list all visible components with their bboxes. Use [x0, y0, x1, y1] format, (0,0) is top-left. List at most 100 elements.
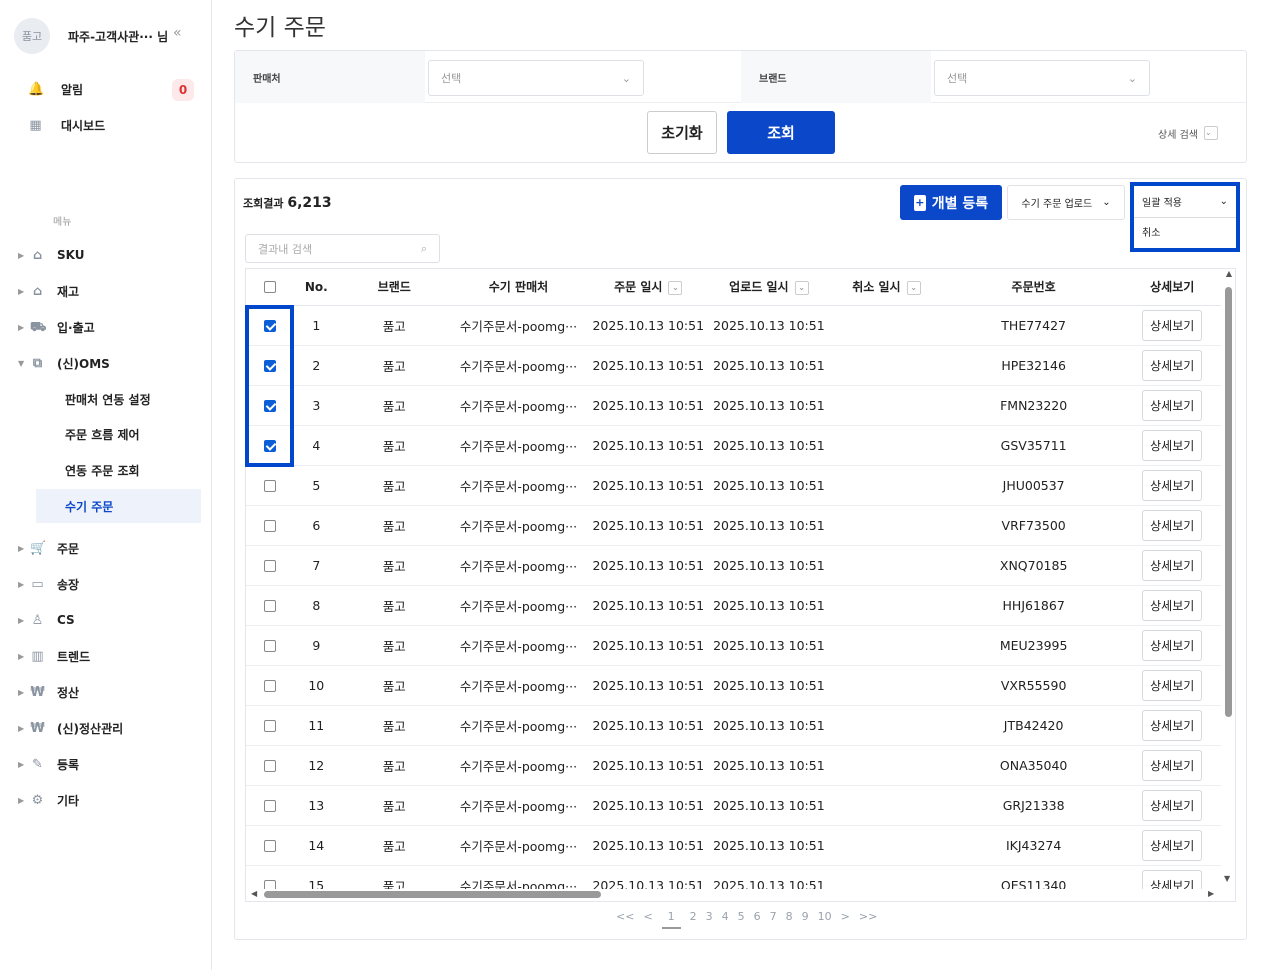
page-button[interactable]: 8	[786, 910, 793, 929]
row-checkbox[interactable]	[263, 760, 276, 772]
detail-button[interactable]: 상세보기	[1142, 709, 1203, 741]
caret-right-icon: ▶	[18, 687, 25, 697]
table-cell: 2025.10.13 10:51	[708, 625, 829, 666]
orders-table-container: No. 브랜드 수기 판매처 주문 일시 ⌄ 업로드 일시 ⌄ 취소 일시 ⌄ 주문번호 상세보기 1…	[245, 268, 1236, 902]
select-all-header	[246, 269, 294, 306]
result-count-value: 6,213	[287, 195, 332, 211]
table-row: 13 품고 수기주문서-poomg··· 2025.10.13 10:51 2025.1…	[246, 785, 1221, 826]
row-checkbox[interactable]	[263, 680, 276, 692]
detail-button[interactable]: 상세보기	[1142, 429, 1203, 461]
reset-button[interactable]: 초기화	[647, 111, 717, 154]
seller-select[interactable]: 선택 ⌄	[428, 60, 644, 96]
detail-button[interactable]: 상세보기	[1142, 549, 1203, 581]
detail-cell: 상세보기	[1123, 345, 1221, 386]
detail-button[interactable]: 상세보기	[1142, 749, 1203, 781]
sidebar-item[interactable]: ▶ ₩ 정산	[18, 682, 79, 702]
column-header: 브랜드	[339, 269, 450, 306]
page-button[interactable]: 9	[802, 910, 809, 929]
result-search-input[interactable]: 결과내 검색 ⌕	[245, 234, 440, 263]
sidebar-item-dashboard[interactable]: ▦ 대시보드	[28, 117, 105, 134]
row-checkbox[interactable]	[263, 480, 276, 492]
sort-icon[interactable]: ⌄	[668, 280, 683, 295]
table-cell: 3	[293, 385, 340, 426]
page-button[interactable]: 1	[661, 910, 681, 929]
caret-down-icon: ▼	[18, 358, 25, 368]
row-checkbox[interactable]	[263, 640, 276, 652]
select-all-checkbox[interactable]	[263, 281, 276, 294]
table-row: 12 품고 수기주문서-poomg··· 2025.10.13 10:51 2025.1…	[246, 745, 1221, 786]
h-scroll-thumb[interactable]	[264, 891, 601, 898]
checkbox-cell	[246, 705, 294, 746]
sidebar-item[interactable]: ▶ ▭ 송장	[18, 574, 79, 594]
page-button[interactable]: 4	[722, 910, 729, 929]
row-checkbox[interactable]	[263, 720, 276, 732]
next-page-button[interactable]: >	[841, 910, 850, 929]
horizontal-scrollbar[interactable]: ◀ ▶	[246, 889, 1222, 901]
brand-select[interactable]: 선택 ⌄	[934, 60, 1150, 96]
collapse-sidebar-icon[interactable]: «	[173, 25, 182, 41]
upload-dropdown[interactable]: 수기 주문 업로드 ⌄	[1007, 185, 1125, 220]
sidebar-item[interactable]: ▶ 🛒 주문	[18, 538, 79, 558]
table-cell: 2025.10.13 10:51	[587, 625, 709, 666]
bulk-option-cancel[interactable]: 취소	[1134, 218, 1236, 245]
first-page-button[interactable]: <<	[616, 910, 634, 929]
detail-button[interactable]: 상세보기	[1142, 629, 1203, 661]
page-button[interactable]: 6	[754, 910, 761, 929]
row-checkbox[interactable]	[263, 600, 276, 612]
bulk-apply-trigger[interactable]: 일괄 적용 ⌄	[1134, 186, 1236, 218]
column-header-label: 주문번호	[1011, 280, 1056, 295]
search-button[interactable]: 조회	[727, 111, 835, 154]
sidebar-item-label: 등록	[57, 757, 80, 772]
register-button[interactable]: + 개별 등록	[900, 185, 1002, 220]
detail-button[interactable]: 상세보기	[1142, 669, 1203, 701]
row-checkbox[interactable]	[263, 800, 276, 812]
page-button[interactable]: 7	[770, 910, 777, 929]
row-checkbox[interactable]	[263, 560, 276, 572]
scroll-right-icon[interactable]: ▶	[1208, 889, 1214, 898]
detail-cell: 상세보기	[1123, 385, 1221, 426]
advanced-search-toggle[interactable]: 상세 검색 ⌄	[1158, 126, 1218, 141]
scroll-down-icon[interactable]: ▼	[1224, 874, 1230, 883]
row-checkbox[interactable]	[263, 520, 276, 532]
sidebar-item[interactable]: ▼ ⧉ (신)OMS	[18, 353, 110, 373]
sidebar-subitem[interactable]: 주문 흐름 제어	[36, 418, 201, 452]
table-row: 10 품고 수기주문서-poomg··· 2025.10.13 10:51 2025.1…	[246, 665, 1221, 706]
scroll-thumb[interactable]	[1225, 287, 1232, 717]
sort-icon[interactable]: ⌄	[906, 280, 921, 295]
detail-button[interactable]: 상세보기	[1142, 829, 1203, 861]
prev-page-button[interactable]: <	[643, 910, 652, 929]
sidebar-subitem[interactable]: 판매처 연동 설정	[36, 382, 201, 416]
detail-button[interactable]: 상세보기	[1142, 469, 1203, 501]
sidebar-item[interactable]: ▶ ♙ CS	[18, 610, 75, 630]
sidebar-item[interactable]: ▶ ⌂ SKU	[18, 245, 84, 265]
page-button[interactable]: 2	[690, 910, 697, 929]
sidebar-item[interactable]: ▶ ₩ (신)정산관리	[18, 718, 123, 738]
table-cell: 13	[293, 785, 340, 826]
sort-icon[interactable]: ⌄	[794, 280, 809, 295]
row-checkbox[interactable]	[263, 840, 276, 852]
detail-button[interactable]: 상세보기	[1142, 589, 1203, 621]
detail-button[interactable]: 상세보기	[1142, 789, 1203, 821]
detail-button[interactable]: 상세보기	[1142, 389, 1203, 421]
detail-button[interactable]: 상세보기	[1142, 349, 1203, 381]
caret-right-icon: ▶	[18, 286, 25, 296]
sidebar-item-alarm[interactable]: 🔔 알림	[28, 81, 83, 98]
sidebar-item[interactable]: ▶ ⛟ 입·출고	[18, 317, 95, 337]
sidebar-subitem[interactable]: 연동 주문 조회	[36, 453, 201, 487]
page-button[interactable]: 5	[738, 910, 745, 929]
bulk-apply-dropdown[interactable]: 일괄 적용 ⌄ 취소	[1130, 182, 1240, 252]
sidebar-item[interactable]: ▶ ▥ 트렌드	[18, 646, 90, 666]
last-page-button[interactable]: >>	[859, 910, 877, 929]
page-button[interactable]: 10	[818, 910, 832, 929]
detail-button[interactable]: 상세보기	[1142, 509, 1203, 541]
detail-button[interactable]: 상세보기	[1142, 309, 1203, 341]
scroll-left-icon[interactable]: ◀	[251, 889, 257, 898]
sidebar-subitem[interactable]: 수기 주문	[36, 489, 201, 524]
scroll-up-icon[interactable]: ▲	[1222, 269, 1235, 278]
page-button[interactable]: 3	[706, 910, 713, 929]
sidebar-item[interactable]: ▶ ⚙ 기타	[18, 790, 79, 810]
sidebar-item[interactable]: ▶ ⌂ 재고	[18, 281, 79, 301]
sidebar-item[interactable]: ▶ ✎ 등록	[18, 754, 79, 774]
vertical-scrollbar[interactable]: ▲ ▼	[1222, 269, 1235, 901]
avatar: 품고	[14, 18, 50, 54]
